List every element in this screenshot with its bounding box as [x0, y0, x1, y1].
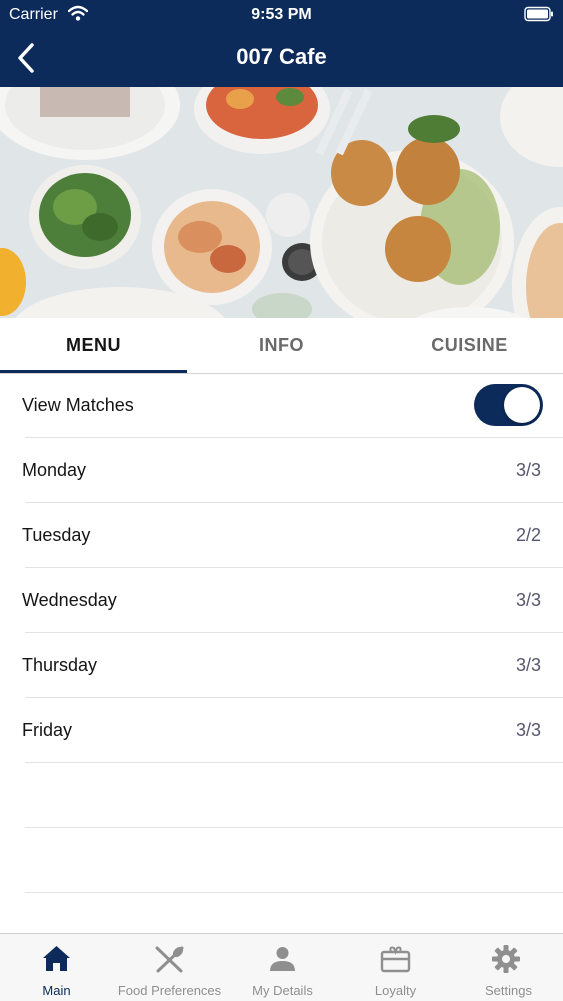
- day-row-tuesday[interactable]: Tuesday 2/2: [0, 503, 563, 568]
- toggle-knob: [504, 387, 540, 423]
- day-label: Tuesday: [22, 525, 91, 545]
- tabbar-label: Settings: [485, 983, 532, 998]
- day-row-wednesday[interactable]: Wednesday 3/3: [0, 568, 563, 633]
- tabbar-label: My Details: [252, 983, 313, 998]
- day-label: Wednesday: [22, 590, 117, 610]
- view-matches-row: View Matches: [0, 373, 563, 438]
- day-row-friday[interactable]: Friday 3/3: [0, 698, 563, 763]
- gift-card-icon: [339, 944, 452, 974]
- person-icon: [226, 944, 339, 974]
- fork-knife-icon: [113, 944, 226, 974]
- bottom-tab-bar: Main Food Preferences My Details Loyalty…: [0, 933, 563, 1001]
- view-matches-label: View Matches: [22, 395, 134, 415]
- tabbar-settings[interactable]: Settings: [452, 934, 563, 1001]
- tabbar-my-details[interactable]: My Details: [226, 934, 339, 1001]
- view-matches-toggle[interactable]: [474, 384, 543, 426]
- match-count: 3/3: [515, 590, 541, 610]
- tabbar-main[interactable]: Main: [0, 934, 113, 1001]
- day-label: Friday: [22, 720, 73, 740]
- row-divider: [25, 892, 563, 893]
- day-row-monday[interactable]: Monday 3/3: [0, 438, 563, 503]
- match-count: 3/3: [515, 720, 541, 740]
- tabbar-loyalty[interactable]: Loyalty: [339, 934, 452, 1001]
- day-label: Thursday: [22, 655, 98, 675]
- empty-row: [0, 763, 563, 828]
- home-icon: [0, 944, 113, 974]
- gear-icon: [452, 944, 563, 974]
- nav-bar: 007 Cafe: [0, 30, 563, 87]
- page-title: 007 Cafe: [236, 44, 327, 69]
- match-count: 3/3: [515, 460, 541, 480]
- empty-row: [0, 828, 563, 893]
- clock: 9:53 PM: [251, 6, 312, 23]
- restaurant-hero-image: [0, 87, 563, 318]
- match-count: 2/2: [515, 525, 541, 545]
- day-row-thursday[interactable]: Thursday 3/3: [0, 633, 563, 698]
- tab-info[interactable]: INFO: [188, 318, 375, 373]
- tabbar-label: Main: [42, 983, 71, 998]
- tab-cuisine[interactable]: CUISINE: [376, 318, 563, 373]
- day-label: Monday: [22, 460, 87, 480]
- tabbar-label: Food Preferences: [117, 983, 222, 998]
- segment-tabs: MENU INFO CUISINE: [0, 318, 563, 374]
- tabbar-food-preferences[interactable]: Food Preferences: [113, 934, 226, 1001]
- tab-menu[interactable]: MENU: [0, 318, 187, 373]
- status-bar: Carrier 9:53 PM: [0, 0, 563, 30]
- tabbar-label: Loyalty: [374, 983, 417, 998]
- top-bar: Carrier 9:53 PM 007 Cafe: [0, 0, 563, 87]
- battery-icon: [524, 6, 554, 22]
- match-count: 3/3: [515, 655, 541, 675]
